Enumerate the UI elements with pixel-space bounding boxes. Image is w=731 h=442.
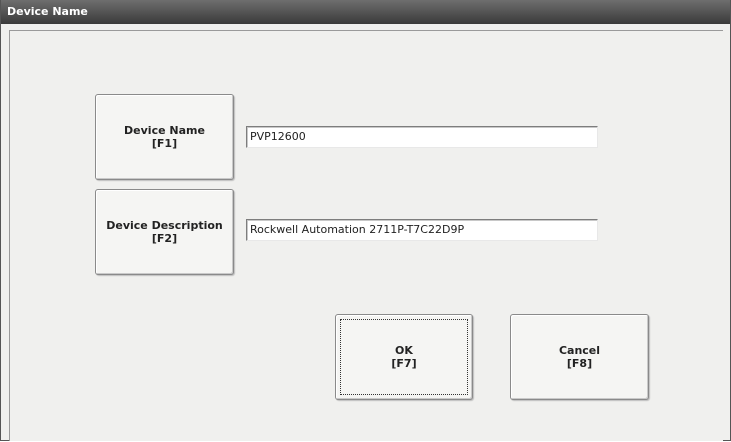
device-name-button-key: [F1] [151, 137, 178, 150]
device-name-value: PVP12600 [250, 130, 306, 143]
ok-button[interactable]: OK [F7] [335, 314, 473, 400]
device-name-dialog: Device Name Device Name [F1] PVP12600 De… [0, 0, 731, 441]
device-name-button[interactable]: Device Name [F1] [95, 94, 234, 180]
title-bar: Device Name [1, 0, 730, 24]
cancel-button[interactable]: Cancel [F8] [510, 314, 649, 400]
cancel-button-key: [F8] [566, 357, 593, 370]
cancel-button-label: Cancel [558, 344, 601, 357]
device-description-button-label: Device Description [106, 219, 223, 232]
device-description-button[interactable]: Device Description [F2] [95, 189, 234, 275]
dialog-body: Device Name [F1] PVP12600 Device Descrip… [9, 30, 723, 441]
device-name-button-label: Device Name [124, 124, 205, 137]
window-title: Device Name [7, 5, 88, 18]
device-name-field[interactable]: PVP12600 [246, 126, 598, 148]
device-description-button-key: [F2] [151, 232, 178, 245]
ok-button-label: OK [395, 344, 413, 357]
ok-button-key: [F7] [391, 357, 417, 370]
device-description-field[interactable]: Rockwell Automation 2711P-T7C22D9P [246, 219, 598, 241]
device-description-value: Rockwell Automation 2711P-T7C22D9P [250, 223, 465, 236]
